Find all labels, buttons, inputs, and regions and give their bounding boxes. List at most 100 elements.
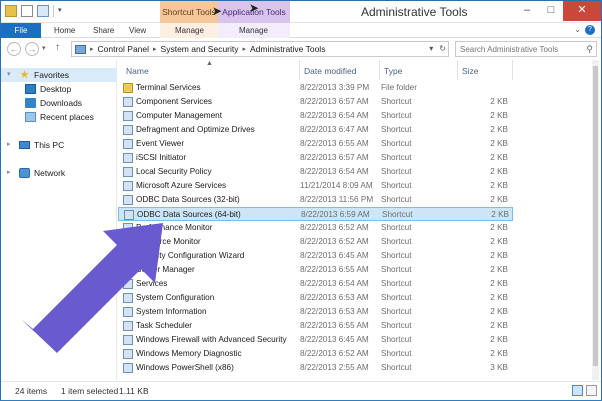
column-header-date[interactable]: Date modified bbox=[300, 60, 380, 80]
ribbon-tabs: File Home Share View Manage Manage ⌄ ? bbox=[1, 23, 601, 38]
breadcrumb-chevron-icon[interactable]: ▸ bbox=[90, 45, 94, 53]
shortcut-tools-context-tab: Shortcut Tools bbox=[160, 1, 218, 23]
expand-ribbon-chevron-icon[interactable]: ⌄ bbox=[574, 25, 581, 34]
file-name: Computer Management bbox=[136, 111, 223, 120]
vertical-scrollbar[interactable] bbox=[592, 60, 599, 380]
table-row[interactable]: System Information 8/22/2013 6:53 AM Short… bbox=[118, 305, 513, 319]
breadcrumb-control-panel[interactable]: Control Panel bbox=[98, 44, 150, 54]
new-folder-icon[interactable] bbox=[37, 5, 49, 17]
forward-button[interactable]: → bbox=[25, 42, 39, 56]
address-bar[interactable]: ▸ Control Panel ▸ System and Security ▸ … bbox=[71, 41, 449, 57]
table-row[interactable]: Defragment and Optimize Drives 8/22/2013 … bbox=[118, 123, 513, 137]
file-date: 8/22/2013 6:55 AM bbox=[300, 139, 369, 148]
mouse-cursor-icon: ➤ bbox=[249, 1, 260, 15]
sidebar-item-desktop[interactable]: Desktop bbox=[1, 82, 71, 96]
folder-icon[interactable] bbox=[5, 5, 17, 17]
scrollbar-thumb[interactable] bbox=[593, 66, 598, 366]
table-row[interactable]: Terminal Services 8/22/2013 3:39 PM File f… bbox=[118, 81, 513, 95]
recent-locations-chevron-icon[interactable]: ▾ bbox=[42, 44, 46, 52]
shortcut-icon bbox=[123, 111, 133, 121]
file-name: Component Services bbox=[136, 97, 212, 106]
expand-chevron-icon[interactable]: ▸ bbox=[7, 138, 15, 152]
table-row[interactable]: Computer Management 8/22/2013 6:54 AM Shor… bbox=[118, 109, 513, 123]
close-button[interactable]: ✕ bbox=[563, 1, 601, 21]
column-header-size[interactable]: Size bbox=[458, 60, 513, 80]
file-name-cell: Resource Monitor bbox=[123, 235, 295, 249]
file-name: System Configuration bbox=[136, 293, 215, 302]
table-row[interactable]: Windows Firewall with Advanced Security 8… bbox=[118, 333, 513, 347]
table-row[interactable]: iSCSI Initiator 8/22/2013 6:57 AM Shortcut… bbox=[118, 151, 513, 165]
sidebar-item-favorites[interactable]: ▾ ★ Favorites bbox=[1, 68, 117, 82]
table-row[interactable]: ODBC Data Sources (64-bit) 8/22/2013 6:59… bbox=[118, 207, 513, 221]
tab-manage-shortcut[interactable]: Manage bbox=[175, 23, 204, 38]
table-row[interactable]: Windows Memory Diagnostic 8/22/2013 6:52 … bbox=[118, 347, 513, 361]
up-button[interactable]: ↑ bbox=[55, 42, 60, 53]
tab-manage-application[interactable]: Manage bbox=[239, 23, 268, 38]
table-row[interactable]: Event Viewer 8/22/2013 6:55 AM Shortcut 2 K… bbox=[118, 137, 513, 151]
tab-share[interactable]: Share bbox=[93, 23, 114, 38]
search-box[interactable]: ⚲ bbox=[455, 41, 597, 57]
shortcut-icon bbox=[123, 223, 133, 233]
maximize-button[interactable]: □ bbox=[539, 1, 563, 21]
table-row[interactable]: Services 8/22/2013 6:54 AM Shortcut 2 KB bbox=[118, 277, 513, 291]
file-name: Terminal Services bbox=[136, 83, 201, 92]
refresh-icon[interactable]: ↻ bbox=[439, 44, 446, 53]
search-icon[interactable]: ⚲ bbox=[586, 44, 593, 55]
file-type: File folder bbox=[381, 83, 417, 92]
sidebar-item-network[interactable]: ▸ Network bbox=[1, 166, 65, 180]
search-input[interactable] bbox=[456, 42, 578, 56]
sidebar-item-this-pc[interactable]: ▸ This PC bbox=[1, 138, 64, 152]
back-button[interactable]: ← bbox=[7, 42, 21, 56]
file-date: 8/22/2013 6:54 AM bbox=[300, 111, 369, 120]
table-row[interactable]: Resource Monitor 8/22/2013 6:52 AM Shortcu… bbox=[118, 235, 513, 249]
column-header-type[interactable]: Type bbox=[380, 60, 458, 80]
minimize-button[interactable]: – bbox=[515, 1, 539, 21]
help-icon[interactable]: ? bbox=[585, 25, 595, 35]
file-size: 2 KB bbox=[490, 97, 508, 106]
sidebar-item-recent-places[interactable]: Recent places bbox=[1, 110, 94, 124]
properties-page-icon[interactable] bbox=[21, 5, 33, 17]
file-date: 8/22/2013 6:52 AM bbox=[300, 349, 369, 358]
address-history-chevron-icon[interactable]: ▾ bbox=[429, 44, 433, 53]
shortcut-icon bbox=[123, 139, 133, 149]
file-name: Event Viewer bbox=[136, 139, 185, 148]
breadcrumb-chevron-icon[interactable]: ▸ bbox=[153, 45, 157, 53]
address-row: ← → ▾ ↑ ▸ Control Panel ▸ System and Sec… bbox=[1, 38, 601, 60]
details-view-icon[interactable] bbox=[572, 385, 583, 396]
file-size: 2 KB bbox=[490, 335, 508, 344]
table-row[interactable]: Security Configuration Wizard 8/22/2013 6… bbox=[118, 249, 513, 263]
file-name-cell: Security Configuration Wizard bbox=[123, 249, 295, 263]
table-row[interactable]: Performance Monitor 8/22/2013 6:52 AM Shor… bbox=[118, 221, 513, 235]
file-date: 8/22/2013 2:55 AM bbox=[300, 363, 369, 372]
file-name: ODBC Data Sources (64-bit) bbox=[137, 210, 241, 219]
breadcrumb-administrative-tools[interactable]: Administrative Tools bbox=[250, 44, 325, 54]
expand-chevron-icon[interactable]: ▾ bbox=[7, 68, 15, 82]
selection-info: 1 item selected bbox=[61, 386, 119, 396]
expand-chevron-icon[interactable]: ▸ bbox=[7, 166, 15, 180]
file-size: 2 KB bbox=[491, 210, 509, 219]
sidebar-item-downloads[interactable]: Downloads bbox=[1, 96, 82, 110]
table-row[interactable]: Local Security Policy 8/22/2013 6:54 AM Sh… bbox=[118, 165, 513, 179]
table-row[interactable]: Server Manager 8/22/2013 6:55 AM Shortcut 2… bbox=[118, 263, 513, 277]
table-row[interactable]: Task Scheduler 8/22/2013 6:55 AM Shortcut 2… bbox=[118, 319, 513, 333]
column-header-name[interactable]: Name bbox=[122, 60, 300, 80]
shortcut-icon bbox=[123, 279, 133, 289]
file-type: Shortcut bbox=[381, 293, 412, 302]
file-type: Shortcut bbox=[381, 125, 412, 134]
toolbar-divider bbox=[53, 5, 54, 17]
table-row[interactable]: Microsoft Azure Services 11/21/2014 8:09 … bbox=[118, 179, 513, 193]
customize-toolbar-chevron-icon[interactable]: ▾ bbox=[58, 5, 66, 17]
large-icons-view-icon[interactable] bbox=[586, 385, 597, 396]
tab-home[interactable]: Home bbox=[54, 23, 75, 38]
table-row[interactable]: System Configuration 8/22/2013 6:53 AM Sho… bbox=[118, 291, 513, 305]
table-row[interactable]: Component Services 8/22/2013 6:57 AM Short… bbox=[118, 95, 513, 109]
table-row[interactable]: Windows PowerShell (x86) 8/22/2013 2:55 A… bbox=[118, 361, 513, 375]
file-type: Shortcut bbox=[381, 181, 412, 190]
tab-view[interactable]: View bbox=[129, 23, 146, 38]
file-date: 8/22/2013 6:54 AM bbox=[300, 279, 369, 288]
table-row[interactable]: ODBC Data Sources (32-bit) 8/22/2013 11:5… bbox=[118, 193, 513, 207]
breadcrumb-system-security[interactable]: System and Security bbox=[161, 44, 239, 54]
breadcrumb-chevron-icon[interactable]: ▸ bbox=[243, 45, 247, 53]
tab-file[interactable]: File bbox=[1, 23, 41, 38]
file-date: 8/22/2013 6:55 AM bbox=[300, 265, 369, 274]
